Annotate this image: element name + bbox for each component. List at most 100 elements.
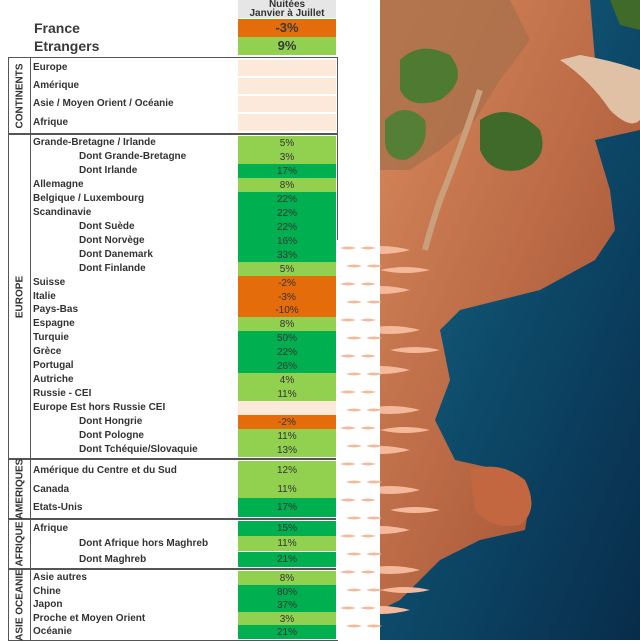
- summary-row-france: France -3%: [30, 19, 336, 37]
- row-value: -2%: [238, 415, 336, 429]
- row-value: -10%: [238, 303, 336, 317]
- table-row: Grande-Bretagne / Irlande 5%: [31, 136, 337, 150]
- row-label: Afrique: [33, 117, 68, 128]
- row-label: Amérique: [33, 80, 80, 91]
- table-row: Pays-Bas -10%: [31, 303, 337, 317]
- row-value: -3%: [238, 290, 336, 304]
- row-value: 8%: [238, 571, 336, 585]
- row-label: Proche et Moyen Orient: [33, 613, 146, 624]
- row-label: Amérique du Centre et du Sud: [33, 464, 177, 476]
- table-row: Océanie 21%: [31, 625, 337, 639]
- row-value: 15%: [238, 521, 336, 536]
- asie-oceanie-table: Asie autres 8% Chine 80% Japon 37% Proche et M…: [30, 569, 338, 641]
- table-row: Turquie 50%: [31, 331, 337, 345]
- row-value: 12%: [238, 461, 336, 480]
- continents-table: Europe Amérique Asie / Moyen Orient / Oc…: [30, 57, 338, 134]
- table-row: Italie -3%: [31, 290, 337, 304]
- row-value: 21%: [238, 552, 336, 567]
- row-label: Grande-Bretagne / Irlande: [33, 137, 156, 148]
- row-label: Japon: [33, 599, 63, 610]
- row-value: 16%: [238, 234, 336, 248]
- column-header: Nuitées Janvier à Juillet: [238, 0, 336, 19]
- table-row: Dont Hongrie -2%: [31, 415, 337, 429]
- row-label: Portugal: [33, 360, 74, 371]
- row-value: 21%: [238, 625, 336, 639]
- row-label: Turquie: [33, 332, 69, 343]
- row-label: Italie: [33, 291, 56, 302]
- row-label: Dont Hongrie: [79, 416, 143, 427]
- ameriques-table: Amérique du Centre et du Sud 12% Canada 11%…: [30, 459, 338, 519]
- row-label: Etats-Unis: [33, 501, 83, 513]
- table-row: Amérique: [31, 78, 337, 94]
- row-value: 3%: [238, 150, 336, 164]
- table-row: Scandinavie 22%: [31, 206, 337, 220]
- section-label-ameriques: AMERIQUES: [8, 459, 32, 519]
- row-value: [238, 96, 336, 112]
- row-label: Afrique: [33, 522, 68, 534]
- row-label: Asie autres: [33, 572, 87, 583]
- row-label: Dont Grande-Bretagne: [79, 151, 187, 162]
- row-value: 13%: [238, 443, 336, 457]
- row-value: 22%: [238, 220, 336, 234]
- section-label-europe: EUROPE: [8, 134, 32, 459]
- summary-label: France: [34, 20, 80, 36]
- row-value: 3%: [238, 612, 336, 626]
- row-label: Europe: [33, 62, 68, 73]
- row-value: 26%: [238, 359, 336, 373]
- table-row: Dont Maghreb 21%: [31, 552, 337, 567]
- row-label: Europe Est hors Russie CEI: [33, 402, 166, 413]
- table-row: Espagne 8%: [31, 317, 337, 331]
- table-row: Belgique / Luxembourg 22%: [31, 192, 337, 206]
- table-row: Portugal 26%: [31, 359, 337, 373]
- table-row: Japon 37%: [31, 598, 337, 612]
- table-row: Dont Grande-Bretagne 3%: [31, 150, 337, 164]
- row-label: Canada: [33, 483, 70, 495]
- row-label: Autriche: [33, 374, 74, 385]
- column-header-period: Janvier à Juillet: [249, 8, 325, 19]
- table-row: Asie autres 8%: [31, 571, 337, 585]
- summary-label: Etrangers: [34, 38, 100, 54]
- table-row: Dont Norvège 16%: [31, 234, 337, 248]
- table-row: Europe Est hors Russie CEI: [31, 401, 337, 415]
- row-label: Pays-Bas: [33, 304, 79, 315]
- row-label: Dont Irlande: [79, 165, 138, 176]
- row-value: 33%: [238, 248, 336, 262]
- row-value: 80%: [238, 585, 336, 599]
- row-label: Océanie: [33, 626, 72, 637]
- row-label: Dont Suède: [79, 221, 135, 232]
- row-value: 5%: [238, 136, 336, 150]
- table-row: Dont Finlande 5%: [31, 262, 337, 276]
- row-value: 8%: [238, 317, 336, 331]
- table-row: Amérique du Centre et du Sud 12%: [31, 461, 337, 480]
- row-value: [238, 114, 336, 131]
- table-row: Grèce 22%: [31, 345, 337, 359]
- section-label-asie-oceanie: ASIE OCEANIE: [8, 569, 32, 641]
- row-label: Dont Pologne: [79, 430, 144, 441]
- row-value: 8%: [238, 178, 336, 192]
- row-label: Dont Danemark: [79, 249, 153, 260]
- summary-value: -3%: [238, 19, 336, 37]
- row-label: Dont Afrique hors Maghreb: [79, 537, 209, 549]
- row-value: 11%: [238, 429, 336, 443]
- table-row: Russie - CEI 11%: [31, 387, 337, 401]
- row-value: 11%: [238, 536, 336, 551]
- table-row: Asie / Moyen Orient / Océanie: [31, 96, 337, 112]
- afrique-table: Afrique 15% Dont Afrique hors Maghreb 11% Do…: [30, 519, 338, 569]
- row-value: 22%: [238, 206, 336, 220]
- row-value: [238, 60, 336, 76]
- europe-table: Grande-Bretagne / Irlande 5% Dont Grande-B…: [30, 134, 338, 459]
- table-row: Allemagne 8%: [31, 178, 337, 192]
- row-value: -2%: [238, 276, 336, 290]
- section-label-afrique: AFRIQUE: [8, 519, 32, 569]
- section-label-continents: CONTINENTS: [8, 57, 32, 134]
- row-label: Scandinavie: [33, 207, 92, 218]
- table-row: Dont Danemark 33%: [31, 248, 337, 262]
- row-value: 37%: [238, 598, 336, 612]
- row-label: Espagne: [33, 318, 75, 329]
- table-row: Chine 80%: [31, 585, 337, 599]
- row-label: Dont Maghreb: [79, 553, 147, 565]
- table-row: Suisse -2%: [31, 276, 337, 290]
- decorative-stripe-pattern: [336, 240, 382, 640]
- summary-row-etrangers: Etrangers 9%: [30, 37, 336, 55]
- row-label: Dont Finlande: [79, 263, 146, 274]
